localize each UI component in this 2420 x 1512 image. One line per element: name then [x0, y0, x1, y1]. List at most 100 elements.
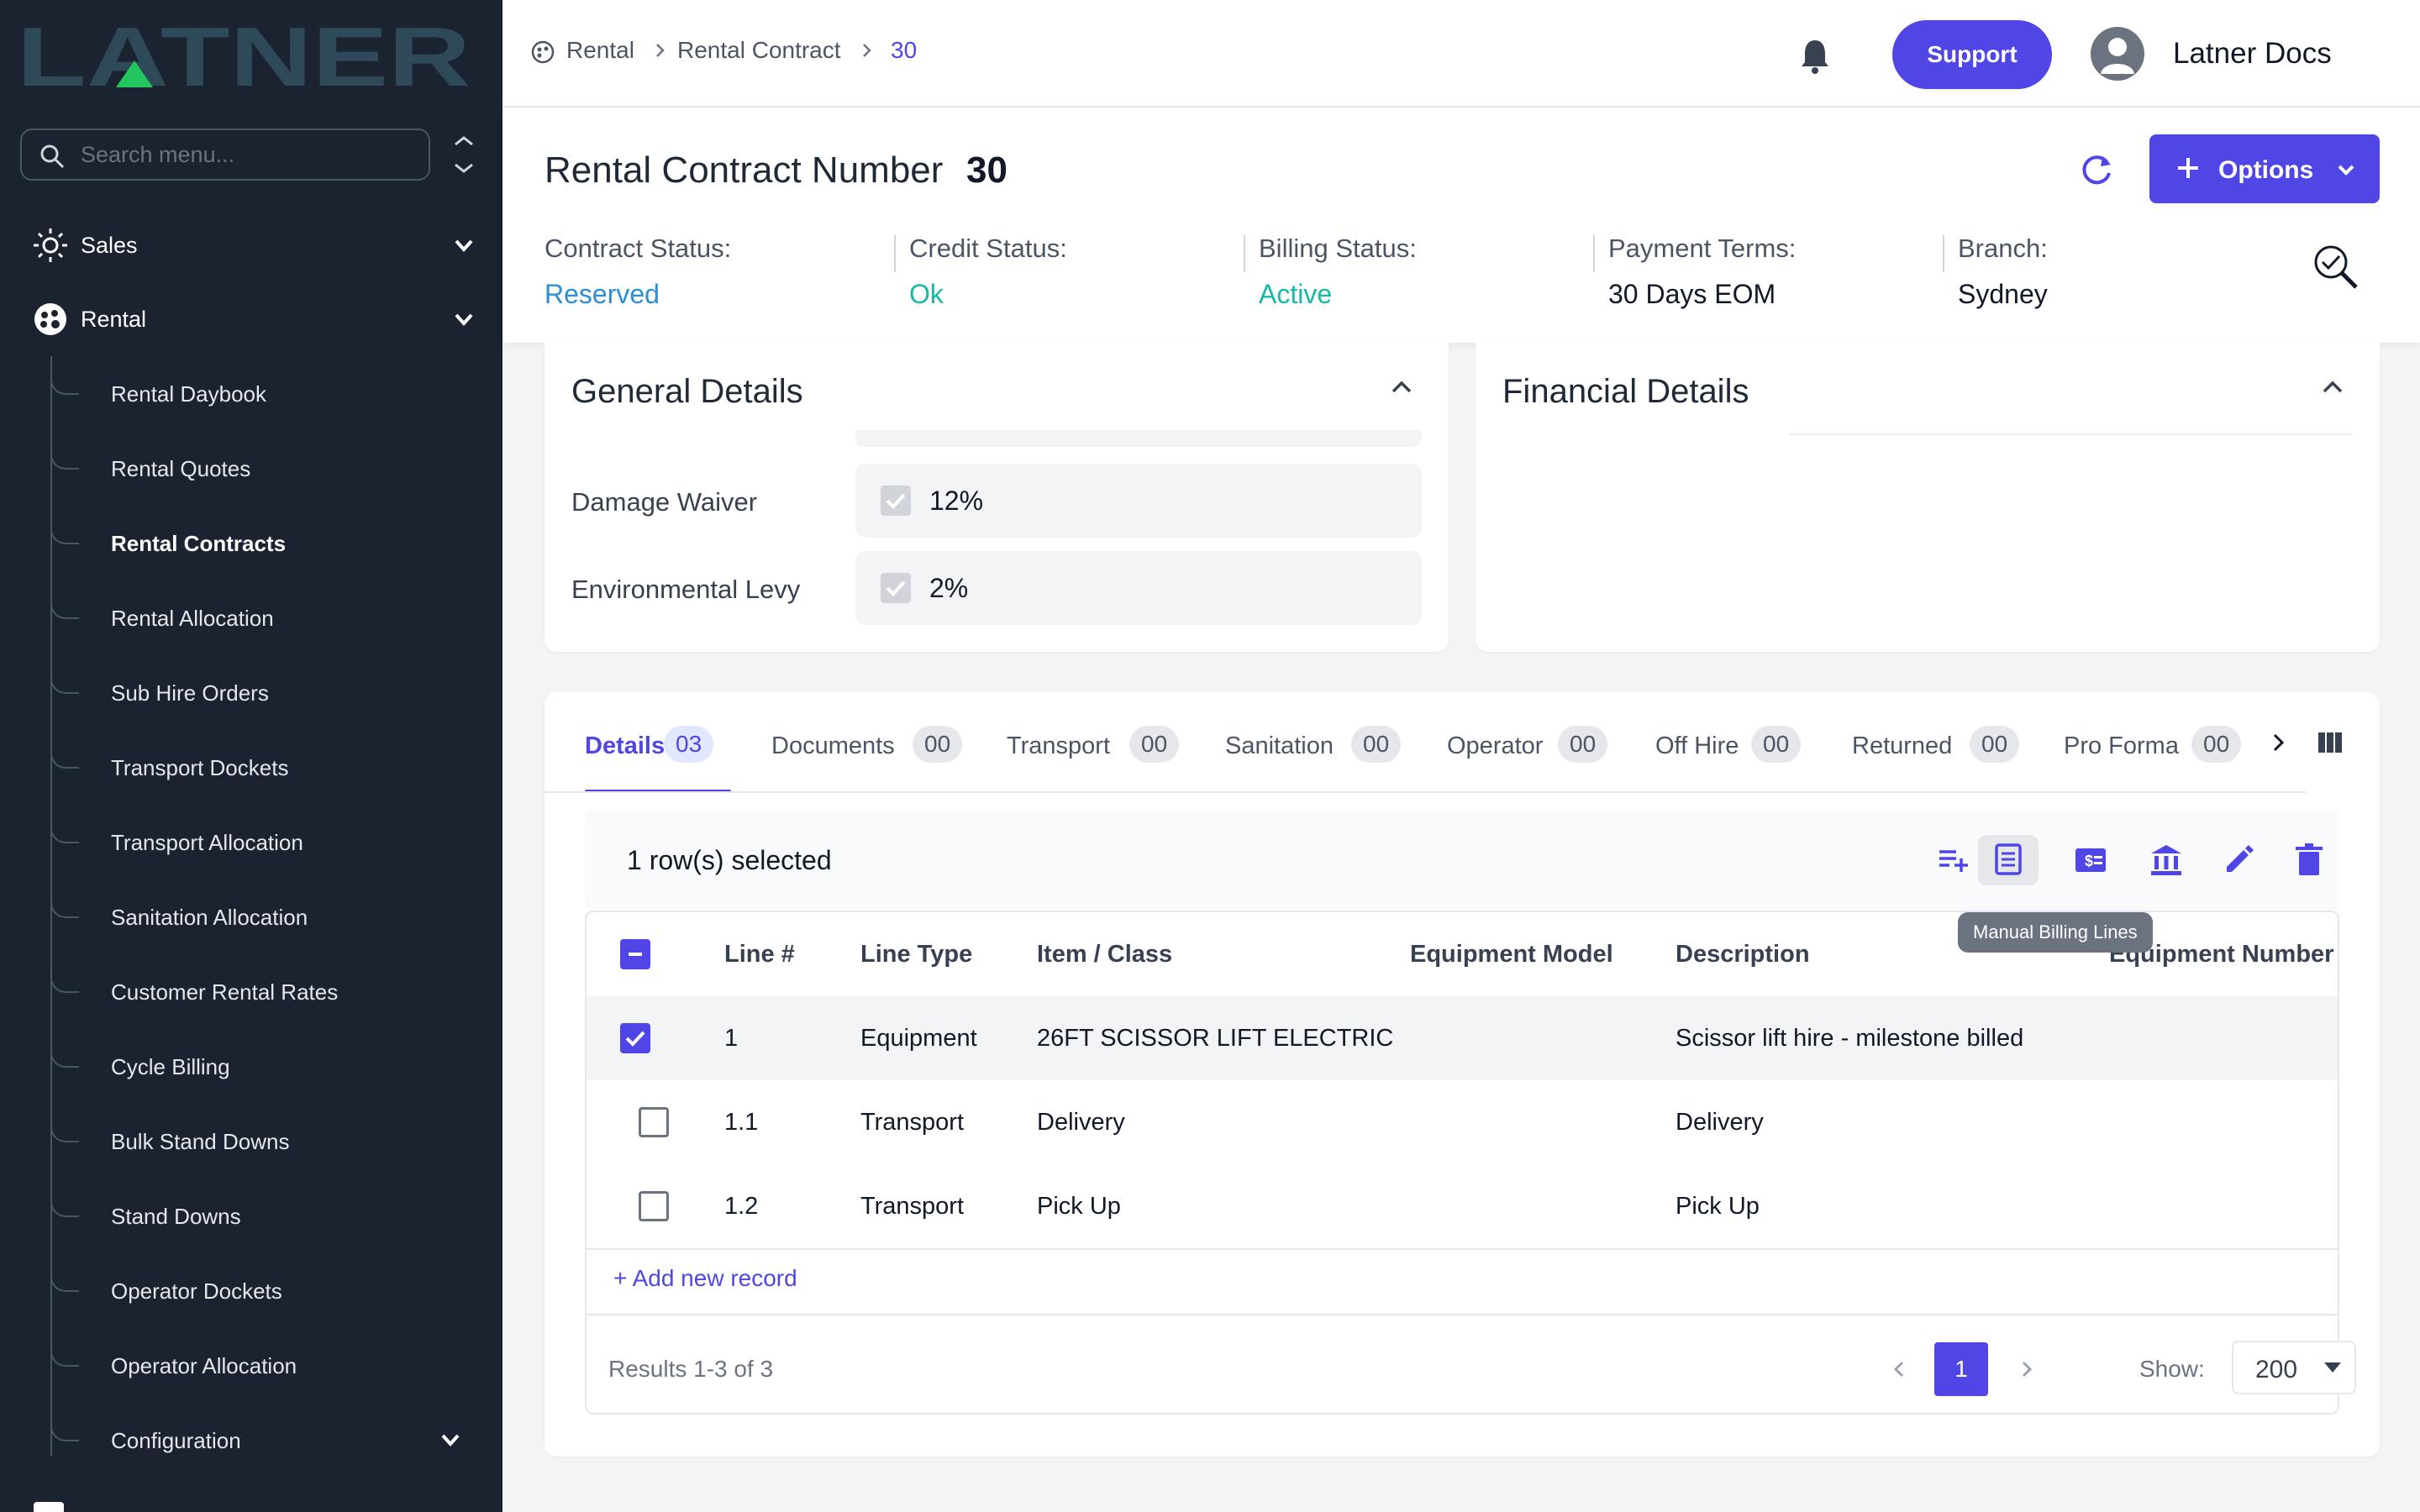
table-row[interactable]: 1.1 Transport Delivery Delivery	[587, 1080, 2338, 1164]
logo-text: LATNER	[17, 18, 471, 92]
tab-count-badge: 00	[1129, 726, 1180, 763]
column-header-line-number[interactable]: Line #	[724, 912, 795, 996]
divider	[1943, 235, 1944, 272]
user-icon	[2101, 38, 2134, 74]
sidebar-item-operator-dockets[interactable]: Operator Dockets	[50, 1253, 487, 1328]
row-checkbox[interactable]	[620, 1023, 650, 1053]
checkbox-checked-icon[interactable]	[881, 573, 911, 603]
tab-count-badge: 00	[913, 726, 963, 763]
cell-description: Delivery	[1676, 1109, 1764, 1136]
checkbox-checked-icon[interactable]	[881, 486, 911, 516]
add-new-record-link[interactable]: + Add new record	[613, 1265, 797, 1292]
collapse-menu-icon[interactable]	[449, 134, 479, 175]
sidebar-item-sanitation-allocation[interactable]: Sanitation Allocation	[50, 879, 487, 954]
tab-label: Off Hire	[1655, 732, 1739, 759]
avatar[interactable]	[2091, 27, 2144, 81]
chevron-right-icon[interactable]	[2267, 731, 2291, 754]
add-line-icon[interactable]	[1934, 842, 1971, 879]
table-row[interactable]: 1 Equipment 26FT SCISSOR LIFT ELECTRIC S…	[587, 996, 2338, 1080]
divider	[1593, 235, 1595, 272]
bell-icon[interactable]	[1798, 37, 1832, 74]
lines-panel: Details 03 Documents 00 Transport 00 San…	[544, 692, 2380, 1457]
sidebar-item-cycle-billing[interactable]: Cycle Billing	[50, 1029, 487, 1104]
table-row[interactable]: 1.2 Transport Pick Up Pick Up	[587, 1164, 2338, 1248]
refresh-icon[interactable]	[2077, 151, 2116, 190]
minus-icon	[629, 953, 642, 956]
options-button[interactable]: Options	[2149, 134, 2380, 203]
columns-icon[interactable]	[2317, 731, 2343, 754]
sidebar-item-rental[interactable]: Rental	[0, 286, 502, 353]
sidebar-item-stand-downs[interactable]: Stand Downs	[50, 1179, 487, 1253]
chevron-up-icon[interactable]	[2317, 373, 2348, 403]
row-checkbox[interactable]	[639, 1191, 669, 1221]
chevron-right-icon	[656, 44, 665, 57]
chevron-right-icon	[863, 44, 871, 57]
sidebar-item-rental-quotes[interactable]: Rental Quotes	[50, 431, 487, 506]
page-size-select[interactable]: 200	[2232, 1341, 2356, 1394]
stat-label: Credit Status:	[909, 234, 1067, 263]
sidebar-item-rental-daybook[interactable]: Rental Daybook	[50, 356, 487, 431]
sidebar-item-configuration[interactable]: Configuration	[50, 1403, 487, 1478]
delete-icon[interactable]	[2291, 842, 2328, 879]
chevron-right-icon[interactable]	[2015, 1357, 2039, 1381]
search-check-icon[interactable]	[2311, 242, 2361, 292]
tab-label: Operator	[1447, 732, 1544, 759]
sidebar-item-label: Rental Daybook	[111, 381, 266, 407]
column-header-equipment-model[interactable]: Equipment Model	[1410, 912, 1613, 996]
damage-waiver-field[interactable]: 12%	[855, 464, 1422, 538]
tab-count-badge: 00	[2191, 726, 2242, 763]
cell-description: Scissor lift hire - milestone billed	[1676, 1025, 2024, 1052]
sidebar-item-transport-allocation[interactable]: Transport Allocation	[50, 805, 487, 879]
manual-billing-lines-button[interactable]	[1978, 835, 2039, 885]
support-button[interactable]: Support	[1892, 20, 2052, 89]
chevron-left-icon[interactable]	[1887, 1357, 1911, 1381]
search-menu-box	[20, 129, 430, 181]
divider	[894, 235, 896, 272]
sidebar-item-rental-contracts[interactable]: Rental Contracts	[50, 506, 487, 580]
column-header-line-type[interactable]: Line Type	[860, 912, 972, 996]
tab-label: Documents	[771, 732, 895, 759]
financial-details-panel: Financial Details	[1476, 343, 2380, 652]
financial-details-title: Financial Details	[1502, 373, 1749, 410]
divider	[1244, 235, 1245, 272]
chevron-up-icon[interactable]	[1386, 373, 1417, 403]
divider	[587, 1314, 2338, 1315]
sidebar-item-label: Cycle Billing	[111, 1054, 230, 1079]
tab-label: Transport	[1007, 732, 1111, 759]
branch: Branch: Sydney	[1958, 234, 2294, 310]
environmental-levy-field[interactable]: 2%	[855, 551, 1422, 625]
cell-description: Pick Up	[1676, 1193, 1760, 1220]
sales-icon	[34, 228, 67, 262]
stat-value: Sydney	[1958, 279, 2048, 309]
column-header-description[interactable]: Description	[1676, 912, 1810, 996]
bank-icon[interactable]	[2148, 842, 2185, 879]
user-name[interactable]: Latner Docs	[2173, 37, 2332, 71]
stat-value: Active	[1259, 279, 1333, 309]
tab-label: Sanitation	[1225, 732, 1334, 759]
latner-logo[interactable]: LATNER	[17, 18, 471, 92]
tab-count-badge: 00	[1351, 726, 1402, 763]
breadcrumb-rental-contract[interactable]: Rental Contract	[677, 37, 841, 64]
breadcrumb-rental[interactable]: Rental	[566, 37, 634, 64]
stat-value: Reserved	[544, 279, 660, 309]
select-all-checkbox[interactable]	[620, 939, 650, 969]
row-checkbox[interactable]	[639, 1107, 669, 1137]
tab-count-badge: 00	[1970, 726, 2020, 763]
sidebar-item-bulk-stand-downs[interactable]: Bulk Stand Downs	[50, 1104, 487, 1179]
invoice-icon[interactable]: $	[2072, 842, 2109, 879]
sidebar-item-sales[interactable]: Sales	[0, 212, 502, 279]
selection-count: 1 row(s) selected	[627, 845, 832, 875]
sidebar-item-operator-allocation[interactable]: Operator Allocation	[50, 1328, 487, 1403]
tab-bar: Details 03 Documents 00 Transport 00 San…	[544, 692, 2380, 793]
sidebar-item-sub-hire-orders[interactable]: Sub Hire Orders	[50, 655, 487, 730]
column-header-item-class[interactable]: Item / Class	[1037, 912, 1172, 996]
page-number-button[interactable]: 1	[1934, 1342, 1988, 1396]
contract-header: Rental Contract Number 30 Options Contra…	[502, 108, 2420, 343]
sidebar-item-customer-rental-rates[interactable]: Customer Rental Rates	[50, 954, 487, 1029]
stat-value: 30 Days EOM	[1608, 279, 1776, 309]
cell-line-type: Equipment	[860, 1025, 977, 1052]
edit-icon[interactable]	[2220, 842, 2257, 879]
search-menu-input[interactable]	[81, 139, 417, 171]
sidebar-item-transport-dockets[interactable]: Transport Dockets	[50, 730, 487, 805]
sidebar-item-rental-allocation[interactable]: Rental Allocation	[50, 580, 487, 655]
